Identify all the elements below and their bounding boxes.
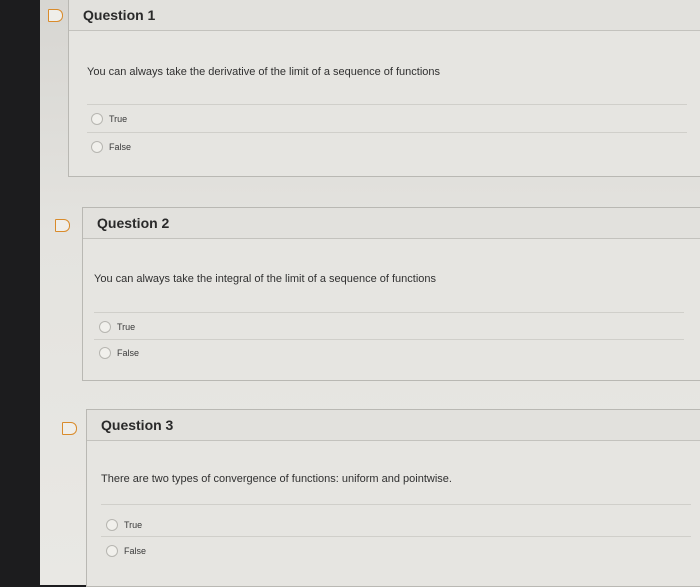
quiz-screen: Question 1 You can always take the deriv… <box>40 0 700 587</box>
divider <box>94 339 684 340</box>
divider <box>101 504 691 505</box>
option-true[interactable]: True <box>99 320 135 334</box>
question-text: You can always take the derivative of th… <box>87 66 441 78</box>
question-title: Question 3 <box>101 417 174 433</box>
divider <box>101 536 691 537</box>
option-false[interactable]: False <box>99 346 139 360</box>
question-header: Question 2 <box>83 208 700 239</box>
question-card-1: Question 1 You can always take the deriv… <box>68 0 700 177</box>
option-label: False <box>124 546 147 556</box>
option-true[interactable]: True <box>91 112 127 126</box>
radio-button-icon[interactable] <box>99 347 111 359</box>
question-card-3: Question 3 There are two types of conver… <box>86 409 700 587</box>
question-header: Question 3 <box>87 410 700 441</box>
flag-icon[interactable] <box>55 219 70 232</box>
option-false[interactable]: False <box>106 544 146 558</box>
radio-button-icon[interactable] <box>106 545 118 557</box>
radio-button-icon[interactable] <box>91 113 103 125</box>
option-label: False <box>109 142 132 152</box>
option-true[interactable]: True <box>106 518 142 532</box>
option-label: True <box>124 520 143 530</box>
radio-button-icon[interactable] <box>99 321 111 333</box>
option-label: True <box>109 114 128 124</box>
radio-button-icon[interactable] <box>91 141 103 153</box>
radio-button-icon[interactable] <box>106 519 118 531</box>
flag-icon[interactable] <box>62 422 77 435</box>
option-label: False <box>117 348 140 358</box>
question-text: There are two types of convergence of fu… <box>101 473 452 485</box>
option-false[interactable]: False <box>91 140 131 154</box>
question-header: Question 1 <box>69 0 700 31</box>
question-title: Question 2 <box>97 215 170 231</box>
divider <box>87 132 687 133</box>
question-title: Question 1 <box>83 7 156 23</box>
question-text: You can always take the integral of the … <box>94 273 437 285</box>
flag-icon[interactable] <box>48 9 63 22</box>
question-card-2: Question 2 You can always take the integ… <box>82 207 700 381</box>
divider <box>94 312 684 313</box>
divider <box>87 104 687 105</box>
option-label: True <box>117 322 136 332</box>
